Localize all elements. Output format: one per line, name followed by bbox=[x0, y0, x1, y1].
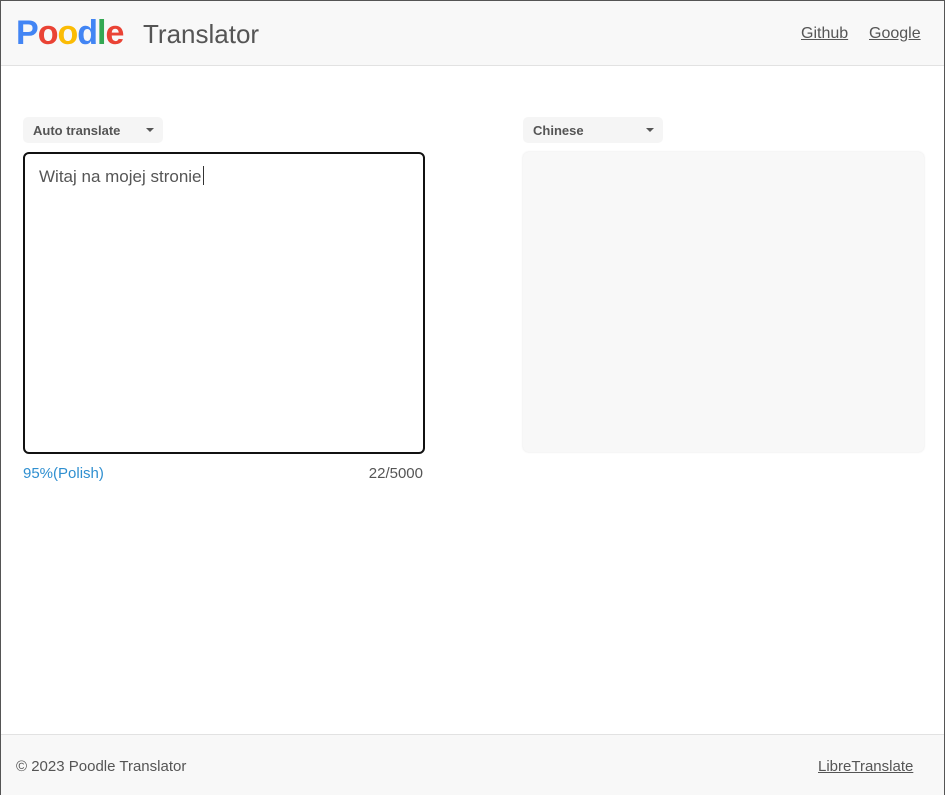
target-language-label: Chinese bbox=[533, 123, 584, 138]
target-language-select[interactable]: Chinese bbox=[523, 117, 663, 143]
source-text: Witaj na mojej stronie bbox=[39, 167, 202, 186]
logo-letter: o bbox=[37, 14, 59, 52]
text-cursor bbox=[202, 166, 204, 185]
logo-letter: o bbox=[57, 14, 78, 52]
libretranslate-link[interactable]: LibreTranslate bbox=[818, 758, 913, 775]
detected-language[interactable]: 95%(Polish) bbox=[23, 465, 104, 482]
github-link[interactable]: Github bbox=[801, 25, 848, 43]
character-counter: 22/5000 bbox=[368, 465, 423, 482]
app-title: Translator bbox=[143, 19, 260, 49]
header: P o o d l e Translator Github Google bbox=[1, 1, 944, 66]
translation-output bbox=[523, 152, 924, 452]
logo-letter: d bbox=[77, 14, 98, 52]
source-language-select[interactable]: Auto translate bbox=[23, 117, 163, 143]
source-textarea[interactable]: Witaj na mojej stronie bbox=[23, 152, 425, 454]
logo-letter: e bbox=[105, 14, 124, 52]
logo-letter: l bbox=[97, 14, 107, 52]
app-window: P o o d l e Translator Github Google Aut… bbox=[0, 0, 945, 795]
footer: © 2023 Poodle Translator LibreTranslate bbox=[1, 734, 944, 795]
chevron-down-icon bbox=[146, 128, 154, 132]
source-language-label: Auto translate bbox=[33, 123, 121, 138]
logo-letter: P bbox=[16, 14, 39, 52]
poodle-logo[interactable]: P o o d l e bbox=[16, 14, 124, 52]
source-text-wrap: Witaj na mojej stronie bbox=[39, 166, 204, 187]
copyright-text: © 2023 Poodle Translator bbox=[16, 758, 187, 775]
google-link[interactable]: Google bbox=[869, 25, 921, 43]
chevron-down-icon bbox=[646, 128, 654, 132]
